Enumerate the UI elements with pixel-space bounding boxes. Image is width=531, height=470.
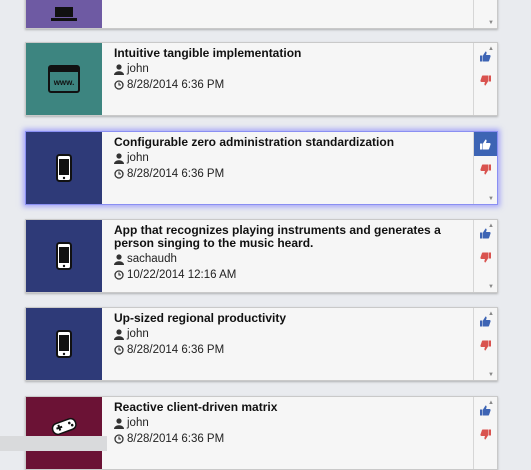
vote-rail: ▼ bbox=[473, 0, 497, 28]
card-body: Intuitive tangible implementation john 8… bbox=[114, 47, 467, 93]
thumbs-up-icon bbox=[480, 405, 491, 415]
downvote-button[interactable] bbox=[474, 424, 497, 444]
vote-rail: ▲ ▼ bbox=[473, 220, 497, 292]
clock-icon bbox=[114, 270, 124, 280]
card-author: john bbox=[114, 61, 467, 77]
downvote-button[interactable] bbox=[474, 335, 497, 355]
svg-text:www.: www. bbox=[53, 78, 75, 87]
idea-card[interactable]: App that recognizes playing instruments … bbox=[25, 219, 498, 293]
thumbs-up-icon bbox=[480, 51, 491, 61]
upvote-button[interactable] bbox=[474, 311, 497, 331]
vote-rail: ▼ bbox=[473, 132, 497, 204]
card-author: john bbox=[114, 326, 467, 342]
idea-card[interactable]: www. Intuitive tangible implementation j… bbox=[25, 42, 498, 116]
idea-card[interactable]: Configurable zero administration standar… bbox=[25, 131, 498, 205]
downvote-button[interactable] bbox=[474, 247, 497, 267]
downvote-button[interactable] bbox=[474, 70, 497, 90]
bottom-panel-tab[interactable] bbox=[0, 436, 107, 451]
thumbs-up-icon bbox=[480, 139, 491, 149]
card-body: Up-sized regional productivity john 8/28… bbox=[114, 312, 467, 358]
upvote-button[interactable] bbox=[474, 132, 497, 156]
scroll-down-icon[interactable]: ▼ bbox=[488, 284, 494, 290]
author-name[interactable]: john bbox=[127, 151, 149, 166]
smartphone-icon bbox=[56, 242, 72, 270]
idea-card[interactable]: Up-sized regional productivity john 8/28… bbox=[25, 307, 498, 381]
smartphone-icon bbox=[56, 154, 72, 182]
date-text: 8/28/2014 6:36 PM bbox=[127, 167, 225, 180]
author-name[interactable]: john bbox=[127, 416, 149, 431]
card-title[interactable]: Configurable zero administration standar… bbox=[114, 136, 467, 149]
upvote-button[interactable] bbox=[474, 400, 497, 420]
www-browser-icon: www. bbox=[48, 65, 80, 93]
card-title[interactable]: Reactive client-driven matrix bbox=[114, 401, 467, 414]
scroll-down-icon[interactable]: ▼ bbox=[488, 372, 494, 378]
card-thumbnail bbox=[26, 220, 102, 292]
card-date: 10/22/2014 12:16 AM bbox=[114, 267, 467, 283]
user-icon bbox=[114, 63, 124, 75]
card-author: sachaudh bbox=[114, 251, 467, 267]
thumbs-up-icon bbox=[480, 316, 491, 326]
vote-rail: ▲ bbox=[473, 43, 497, 115]
thumbs-down-icon bbox=[480, 429, 491, 439]
scroll-down-icon[interactable]: ▼ bbox=[488, 196, 494, 202]
card-title[interactable]: Intuitive tangible implementation bbox=[114, 47, 467, 60]
clock-icon bbox=[114, 80, 124, 90]
date-text: 8/28/2014 6:36 PM bbox=[127, 432, 225, 445]
thumbs-down-icon bbox=[480, 252, 491, 262]
card-date: 8/28/2014 6:36 PM bbox=[114, 77, 467, 93]
laptop-icon bbox=[51, 7, 77, 21]
idea-card[interactable]: ▼ bbox=[25, 0, 498, 29]
author-name[interactable]: john bbox=[127, 327, 149, 342]
card-title[interactable]: App that recognizes playing instruments … bbox=[114, 224, 467, 250]
thumbs-down-icon bbox=[480, 164, 491, 174]
card-thumbnail bbox=[26, 132, 102, 204]
upvote-button[interactable] bbox=[474, 46, 497, 66]
card-title[interactable]: Up-sized regional productivity bbox=[114, 312, 467, 325]
date-text: 8/28/2014 6:36 PM bbox=[127, 343, 225, 356]
date-text: 10/22/2014 12:16 AM bbox=[127, 268, 237, 281]
downvote-button[interactable] bbox=[474, 159, 497, 179]
card-thumbnail: www. bbox=[26, 43, 102, 115]
thumbs-down-icon bbox=[480, 75, 491, 85]
smartphone-icon bbox=[56, 330, 72, 358]
idea-card[interactable]: Reactive client-driven matrix john 8/28/… bbox=[25, 396, 498, 470]
card-body: Configurable zero administration standar… bbox=[114, 136, 467, 182]
gamepad-icon bbox=[51, 417, 77, 436]
card-body: Reactive client-driven matrix john 8/28/… bbox=[114, 401, 467, 447]
card-body: App that recognizes playing instruments … bbox=[114, 224, 467, 283]
card-date: 8/28/2014 6:36 PM bbox=[114, 431, 467, 447]
card-date: 8/28/2014 6:36 PM bbox=[114, 166, 467, 182]
clock-icon bbox=[114, 434, 124, 444]
vote-rail: ▲ bbox=[473, 397, 497, 469]
clock-icon bbox=[114, 345, 124, 355]
card-thumbnail bbox=[26, 0, 102, 28]
card-author: john bbox=[114, 415, 467, 431]
clock-icon bbox=[114, 169, 124, 179]
author-name[interactable]: john bbox=[127, 62, 149, 77]
thumbs-down-icon bbox=[480, 340, 491, 350]
card-date: 8/28/2014 6:36 PM bbox=[114, 342, 467, 358]
upvote-button[interactable] bbox=[474, 223, 497, 243]
user-icon bbox=[114, 328, 124, 340]
date-text: 8/28/2014 6:36 PM bbox=[127, 78, 225, 91]
user-icon bbox=[114, 152, 124, 164]
scroll-down-icon[interactable]: ▼ bbox=[488, 20, 494, 26]
thumbs-up-icon bbox=[480, 228, 491, 238]
card-author: john bbox=[114, 150, 467, 166]
card-thumbnail bbox=[26, 397, 102, 469]
card-thumbnail bbox=[26, 308, 102, 380]
author-name[interactable]: sachaudh bbox=[127, 252, 177, 267]
vote-rail: ▲ ▼ bbox=[473, 308, 497, 380]
user-icon bbox=[114, 417, 124, 429]
user-icon bbox=[114, 253, 124, 265]
